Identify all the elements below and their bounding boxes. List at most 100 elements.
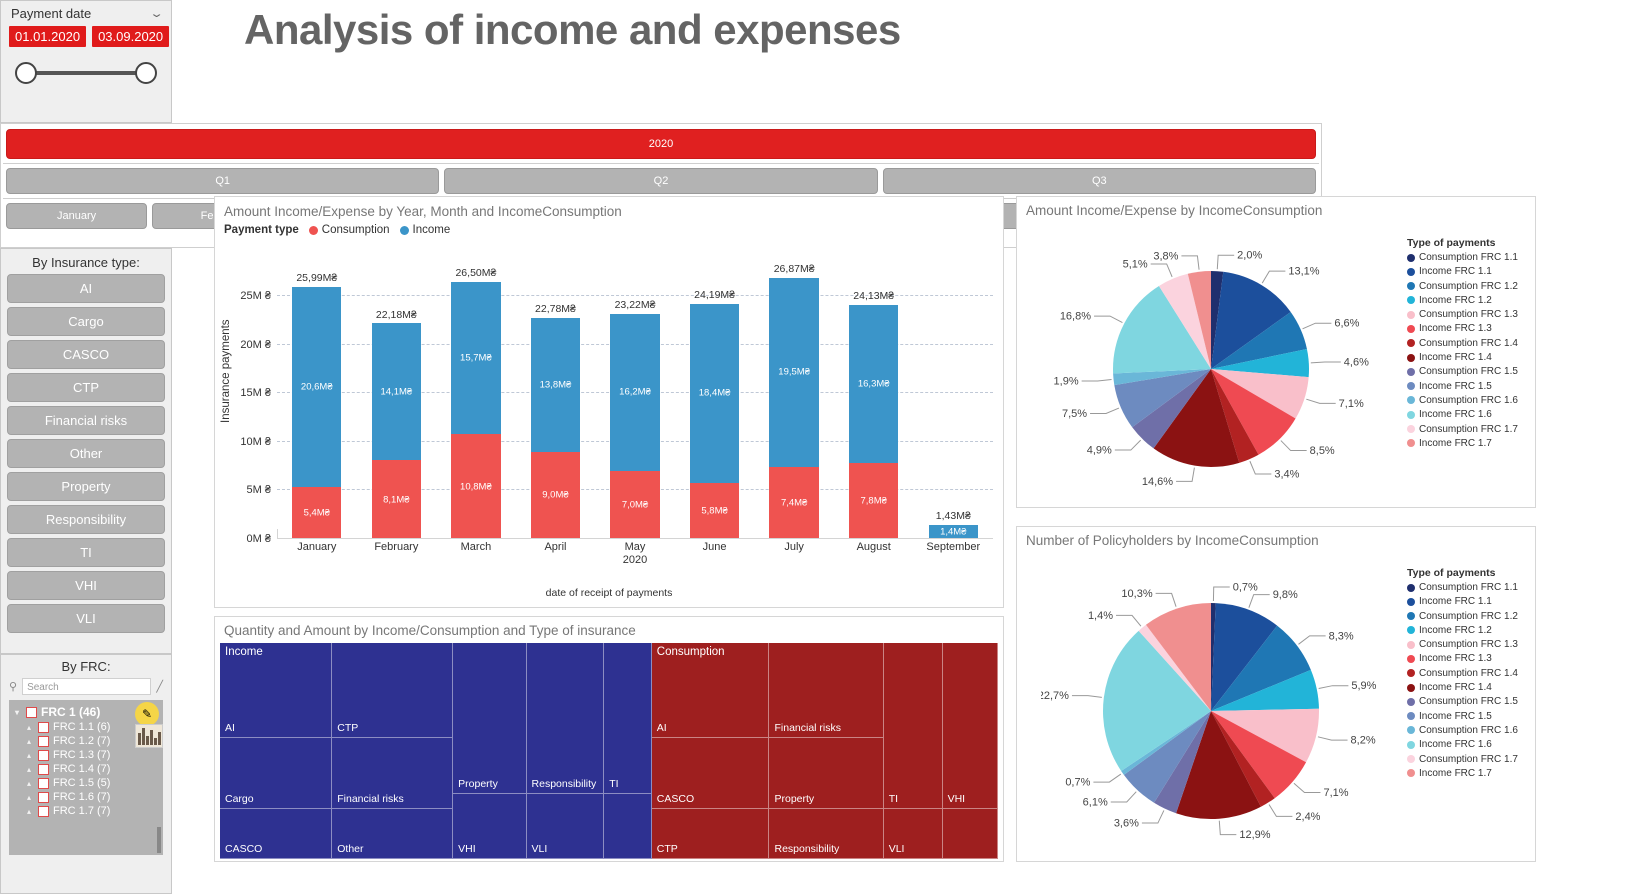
legend-item[interactable]: Consumption FRC 1.2 — [1407, 611, 1531, 622]
insurance-type-ctp[interactable]: CTP — [7, 373, 165, 402]
insurance-type-financial-risks[interactable]: Financial risks — [7, 406, 165, 435]
eraser-icon[interactable]: ╱ — [156, 680, 163, 693]
legend-item[interactable]: Income FRC 1.1 — [1407, 266, 1531, 277]
treemap-cell[interactable]: Financial risks — [332, 738, 454, 810]
insurance-type-ai[interactable]: AI — [7, 274, 165, 303]
legend-item[interactable]: Consumption FRC 1.6 — [1407, 725, 1531, 736]
insurance-type-vhi[interactable]: VHI — [7, 571, 165, 600]
bar-column[interactable]: 14,1M₴ 8,1M₴ 22,18M₴ — [357, 271, 437, 539]
checkbox[interactable] — [38, 763, 49, 775]
timeline-month-january[interactable]: January — [6, 203, 148, 229]
bar-segment-consumption[interactable]: 5,4M₴ — [292, 486, 342, 539]
legend-item-consumption[interactable]: Consumption — [308, 224, 390, 236]
treemap-cell[interactable]: VHI — [942, 643, 998, 810]
treemap-cell[interactable]: Property — [453, 643, 527, 795]
frc-tree[interactable]: ▾ FRC 1 (46) ▴ FRC 1.1 (6) ▴ FRC 1.2 (7) ▴ FR… — [9, 700, 163, 855]
legend-item[interactable]: Consumption FRC 1.7 — [1407, 424, 1531, 435]
legend-item[interactable]: Income FRC 1.7 — [1407, 768, 1531, 779]
treemap-cell[interactable] — [604, 794, 652, 859]
bar-segment-consumption[interactable]: 10,8M₴ — [451, 434, 501, 539]
insurance-type-other[interactable]: Other — [7, 439, 165, 468]
legend-item[interactable]: Income FRC 1.3 — [1407, 653, 1531, 664]
timeline-quarter-q3[interactable]: Q3 — [882, 168, 1316, 194]
frc-tree-item[interactable]: ▴ FRC 1.5 (5) — [12, 776, 160, 790]
insurance-type-ti[interactable]: TI — [7, 538, 165, 567]
checkbox[interactable] — [38, 721, 49, 733]
treemap-cell[interactable] — [942, 809, 998, 859]
treemap-cell[interactable]: Cargo — [220, 738, 333, 810]
legend-item[interactable]: Income FRC 1.5 — [1407, 711, 1531, 722]
checkbox[interactable] — [38, 805, 49, 817]
legend-item[interactable]: Consumption FRC 1.7 — [1407, 754, 1531, 765]
chevron-up-icon[interactable]: ▴ — [24, 723, 34, 732]
treemap-cell[interactable]: TI — [604, 643, 652, 795]
treemap-cell[interactable]: CASCO — [651, 738, 770, 810]
bar-column[interactable]: 20,6M₴ 5,4M₴ 25,99M₴ — [277, 271, 357, 539]
bar-segment-income[interactable]: 1,4M₴ — [928, 525, 978, 539]
treemap-cell[interactable]: VHI — [453, 794, 527, 859]
treemap-cell[interactable]: Financial risks — [769, 643, 884, 739]
legend-item[interactable]: Consumption FRC 1.1 — [1407, 582, 1531, 593]
legend-item[interactable]: Income FRC 1.2 — [1407, 295, 1531, 306]
date-range-slider[interactable] — [15, 61, 157, 85]
legend-item[interactable]: Consumption FRC 1.1 — [1407, 252, 1531, 263]
frc-tree-item[interactable]: ▴ FRC 1.7 (7) — [12, 804, 160, 818]
bar-column[interactable]: 18,4M₴ 5,8M₴ 24,19M₴ — [675, 271, 755, 539]
bar-segment-consumption[interactable]: 7,4M₴ — [769, 467, 819, 539]
bar-column[interactable]: 13,8M₴ 9,0M₴ 22,78M₴ — [516, 271, 596, 539]
frc-tree-item[interactable]: ▴ FRC 1.3 (7) — [12, 748, 160, 762]
pencil-icon[interactable]: ✎ — [135, 702, 159, 726]
treemap-cell[interactable]: TI — [883, 643, 943, 810]
insurance-type-responsibility[interactable]: Responsibility — [7, 505, 165, 534]
bar-column[interactable]: 19,5M₴ 7,4M₴ 26,87M₴ — [754, 263, 834, 539]
legend-item[interactable]: Income FRC 1.5 — [1407, 381, 1531, 392]
timeline-quarter-q2[interactable]: Q2 — [444, 168, 878, 194]
bar-segment-income[interactable]: 16,2M₴ — [610, 313, 660, 472]
chevron-up-icon[interactable]: ▴ — [24, 737, 34, 746]
chevron-up-icon[interactable]: ▴ — [24, 751, 34, 760]
treemap-cell[interactable]: VLI — [883, 809, 943, 859]
treemap-cell[interactable]: Responsibility — [769, 809, 884, 859]
legend-item[interactable]: Consumption FRC 1.5 — [1407, 696, 1531, 707]
date-start-field[interactable]: 01.01.2020 — [9, 26, 87, 47]
slider-handle-right[interactable] — [135, 62, 157, 84]
checkbox[interactable] — [38, 777, 49, 789]
bar-segment-income[interactable]: 19,5M₴ — [769, 277, 819, 468]
frc-slicer[interactable]: By FRC: ⚲ Search ╱ ▾ FRC 1 (46) ▴ FRC 1.1… — [0, 654, 172, 894]
payment-date-slicer[interactable]: Payment date ⌄ 01.01.2020 03.09.2020 — [0, 0, 172, 123]
pie-amount-graphic[interactable]: 2,0% 13,1% 6,6% 4,6% 7,1% 8,5% 3,4% 14,6% 4,9% 7,… — [1017, 223, 1405, 507]
frc-tree-item[interactable]: ▴ FRC 1.6 (7) — [12, 790, 160, 804]
legend-item[interactable]: Income FRC 1.4 — [1407, 352, 1531, 363]
bar-segment-income[interactable]: 16,3M₴ — [849, 305, 899, 464]
chevron-up-icon[interactable]: ▴ — [24, 765, 34, 774]
timeline-quarter-q1[interactable]: Q1 — [6, 168, 440, 194]
bar-segment-income[interactable]: 13,8M₴ — [530, 317, 581, 452]
legend-item[interactable]: Consumption FRC 1.4 — [1407, 338, 1531, 349]
frc-tree-item[interactable]: ▴ FRC 1.4 (7) — [12, 762, 160, 776]
treemap-cell[interactable]: CTP — [651, 809, 770, 859]
insurance-type-slicer[interactable]: By Insurance type: AI Cargo CASCO CTP Financ… — [0, 248, 172, 654]
frc-search-input[interactable]: Search — [22, 678, 152, 695]
insurance-type-cargo[interactable]: Cargo — [7, 307, 165, 336]
chevron-down-icon[interactable]: ⌄ — [149, 7, 164, 20]
treemap-cell[interactable]: CTP — [332, 643, 454, 739]
date-end-field[interactable]: 03.09.2020 — [92, 26, 170, 47]
bar-column[interactable]: 15,7M₴ 10,8M₴ 26,50M₴ — [436, 267, 516, 539]
slider-handle-left[interactable] — [15, 62, 37, 84]
legend-item[interactable]: Consumption FRC 1.3 — [1407, 639, 1531, 650]
pie-policyholders-graphic[interactable]: 0,7% 9,8% 8,3% 5,9% 8,2% 7,1% 2,4% 12,9% 3,6% 6,1… — [1017, 553, 1405, 861]
chevron-up-icon[interactable]: ▴ — [24, 779, 34, 788]
legend-item[interactable]: Income FRC 1.2 — [1407, 625, 1531, 636]
bar-column[interactable]: 16,2M₴ 7,0M₴ 23,22M₴ — [595, 271, 675, 539]
checkbox[interactable] — [38, 791, 49, 803]
legend-item[interactable]: Consumption FRC 1.2 — [1407, 281, 1531, 292]
bar-segment-income[interactable]: 15,7M₴ — [451, 281, 501, 435]
bar-segment-income[interactable]: 18,4M₴ — [689, 304, 740, 483]
bar-segment-consumption[interactable]: 7,8M₴ — [849, 463, 899, 539]
legend-item[interactable]: Income FRC 1.6 — [1407, 409, 1531, 420]
chevron-down-icon[interactable]: ▾ — [12, 708, 22, 717]
insurance-type-casco[interactable]: CASCO — [7, 340, 165, 369]
bar-column[interactable]: 1,4M₴ 1,43M₴ — [914, 271, 994, 539]
timeline-year-2020[interactable]: 2020 — [6, 129, 1316, 159]
legend-item[interactable]: Consumption FRC 1.5 — [1407, 366, 1531, 377]
